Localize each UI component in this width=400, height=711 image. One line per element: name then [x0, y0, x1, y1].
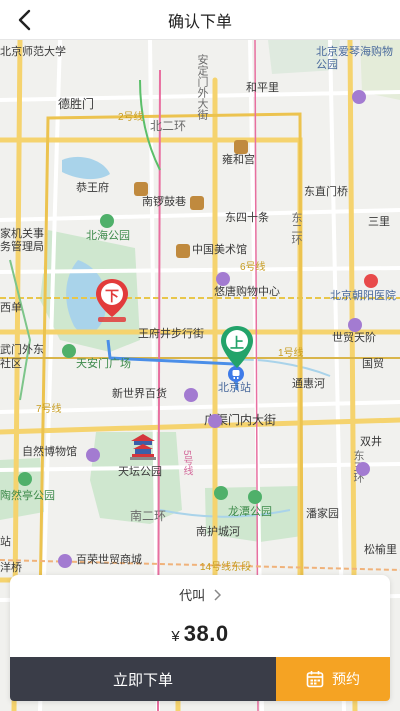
park-poi-icon [18, 472, 32, 486]
map-label: 东二环 [290, 212, 302, 245]
back-button[interactable] [8, 4, 40, 36]
map-label: 2号线 [118, 112, 144, 123]
chevron-right-icon [214, 589, 221, 601]
map-label: 北二环 [150, 119, 187, 133]
map-label: 北京爱琴海购物公园 [316, 46, 393, 71]
order-panel: 代叫 ¥38.0 立即下单 预约 [10, 575, 390, 701]
museum-poi-icon [86, 448, 100, 462]
hospital-poi-icon [364, 274, 378, 288]
map-label: 安定门外大街 [196, 54, 208, 120]
shopping-poi-icon [352, 90, 366, 104]
landmark-poi-icon [134, 182, 148, 196]
map-label: 天坛公园 [118, 466, 162, 478]
map-label: 社区 [0, 358, 22, 370]
fare-amount: 38.0 [183, 621, 229, 646]
map-label: 北京站 [218, 382, 251, 394]
park-poi-icon [214, 486, 228, 500]
map-label: 百荣世贸商城 [76, 554, 142, 566]
fare-row: ¥38.0 [10, 621, 390, 647]
order-now-label: 立即下单 [112, 671, 173, 689]
map-label: 恭王府 [76, 182, 109, 194]
map-label: 北京师范大学 [0, 46, 66, 58]
map-label: 南锣鼓巷 [142, 196, 186, 208]
calendar-icon [306, 671, 324, 688]
top-bar: 确认下单 [0, 0, 400, 40]
map-label: 自然博物馆 [22, 446, 77, 458]
map-label: 通惠河 [292, 378, 325, 390]
dropoff-pin[interactable]: 下 [92, 277, 132, 329]
map-label: 王府井步行街 [138, 328, 204, 340]
museum-poi-icon [176, 244, 190, 258]
shopping-poi-icon [208, 414, 222, 428]
map-label: 家机关事务管理局 [0, 228, 44, 253]
shopping-poi-icon [216, 272, 230, 286]
reserve-label: 预约 [332, 671, 360, 687]
map-label: 7号线 [36, 404, 62, 415]
back-arrow-icon [18, 9, 31, 31]
map-label: 双井 [360, 436, 382, 448]
map-label: 北京朝阳医院 [330, 290, 396, 302]
map-label: 雍和宫 [222, 154, 255, 166]
map-label: 东直门桥 [304, 186, 348, 198]
map-label: 南护城河 [196, 526, 240, 538]
order-now-button[interactable]: 立即下单 [10, 657, 276, 701]
map-label: 天安门广场 [76, 358, 131, 370]
park-poi-icon [248, 490, 262, 504]
map-label: 东四十条 [225, 212, 269, 224]
map-label: 世贸天阶 [332, 332, 376, 344]
map-label: 南二环 [130, 509, 167, 523]
map-label: 西单 [0, 302, 22, 314]
map-label: 德胜门 [58, 97, 95, 111]
shopping-poi-icon [184, 388, 198, 402]
shopping-poi-icon [348, 318, 362, 332]
page-title: 确认下单 [167, 13, 232, 31]
call-for-others-row[interactable]: 代叫 [10, 585, 390, 604]
map-label: 和平里 [246, 82, 279, 94]
map-label: 龙潭公园 [228, 506, 272, 518]
map-label: 悠唐购物中心 [214, 286, 280, 298]
map-label: 陶然亭公园 [0, 490, 55, 502]
dropoff-pin-label: 下 [105, 288, 119, 304]
map-label: 新世界百货 [112, 388, 167, 400]
map-label: 武门外东 [0, 344, 44, 356]
shopping-poi-icon [356, 462, 370, 476]
map-label: 1号线 [278, 348, 304, 359]
call-for-others-label: 代叫 [179, 588, 206, 603]
map-label: 国贸 [362, 358, 384, 370]
landmark-poi-icon [190, 196, 204, 210]
park-poi-icon [62, 344, 76, 358]
shopping-poi-icon [58, 554, 72, 568]
map-label: 潘家园 [306, 508, 339, 520]
map-label: 北海公园 [86, 230, 130, 242]
map-label: 14号线东段 [200, 562, 252, 573]
temple-poi-icon [234, 140, 248, 154]
map-label: 松榆里 [364, 544, 397, 556]
map-label: 站 [0, 536, 11, 548]
map-label: 三里 [368, 216, 390, 228]
map-label: 中国美术馆 [192, 244, 247, 256]
map-label: 5号线 [181, 450, 192, 476]
map-label: 洋桥 [0, 562, 22, 574]
park-poi-icon [100, 214, 114, 228]
currency-symbol: ¥ [171, 628, 180, 645]
reserve-button[interactable]: 预约 [276, 657, 390, 701]
temple-of-heaven-icon [130, 434, 156, 460]
pickup-pin-label: 上 [230, 335, 244, 351]
map-label: 6号线 [240, 262, 266, 273]
pickup-pin[interactable]: 上 [217, 324, 257, 372]
